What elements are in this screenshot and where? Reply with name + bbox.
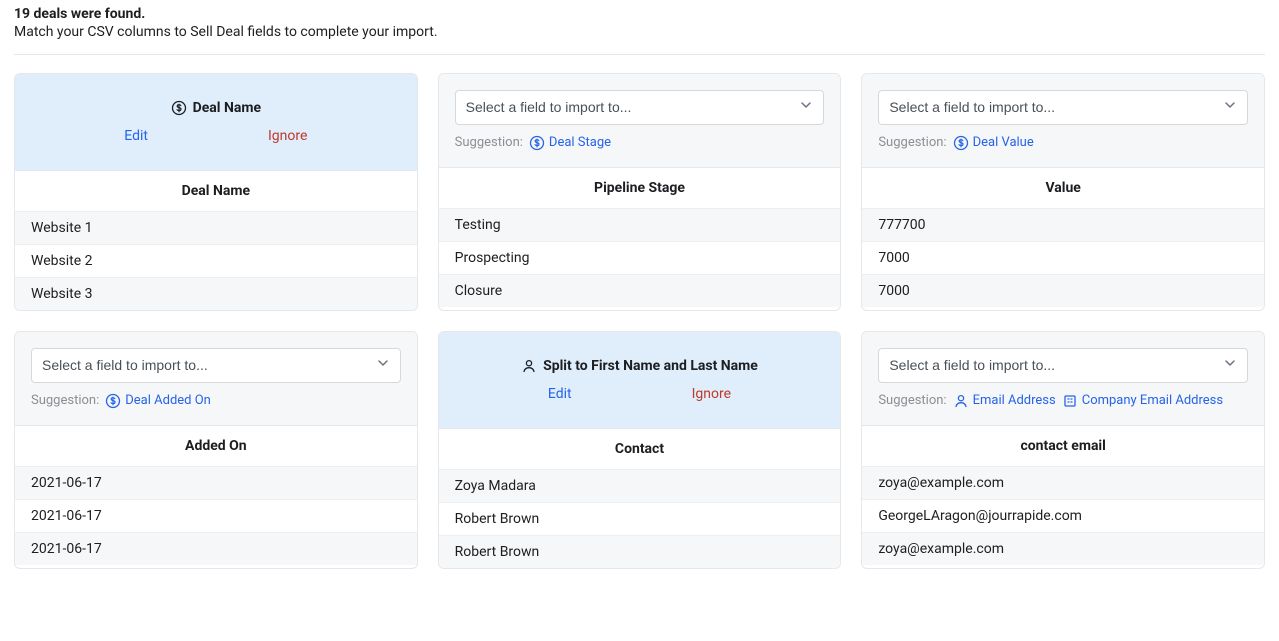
sample-row: 777700: [862, 208, 1264, 241]
suggestion-label-text: Deal Added On: [125, 393, 211, 408]
suggestion-chip[interactable]: Deal Stage: [529, 135, 611, 151]
sample-rows: 777700 7000 7000: [862, 208, 1264, 307]
card-head-mapped: Split to First Name and Last Name Edit I…: [439, 332, 841, 428]
sample-row: Zoya Madara: [439, 469, 841, 502]
sample-row: zoya@example.com: [862, 532, 1264, 565]
sample-row: Website 1: [15, 211, 417, 244]
card-head-mapped: Deal Name Edit Ignore: [15, 74, 417, 170]
sample-row: Robert Brown: [439, 502, 841, 535]
sample-row: Website 2: [15, 244, 417, 277]
sample-row: Testing: [439, 208, 841, 241]
page-subtitle: Match your CSV columns to Sell Deal fiel…: [14, 24, 1265, 54]
column-header: Deal Name: [15, 170, 417, 211]
field-select-wrap: Select a field to import to...: [31, 348, 401, 383]
mapped-actions: Edit Ignore: [31, 128, 401, 144]
sample-row: 2021-06-17: [15, 532, 417, 565]
card-head-unmapped: Select a field to import to... Suggestio…: [862, 332, 1264, 425]
sample-row: 2021-06-17: [15, 499, 417, 532]
sample-row: 7000: [862, 241, 1264, 274]
suggestion-row: Suggestion: Deal Value: [878, 135, 1248, 151]
suggestion-chip[interactable]: Company Email Address: [1062, 393, 1223, 409]
ignore-link[interactable]: Ignore: [268, 128, 307, 144]
field-select-placeholder: Select a field to import to...: [42, 357, 208, 373]
sample-row: zoya@example.com: [862, 466, 1264, 499]
field-select-wrap: Select a field to import to...: [878, 90, 1248, 125]
field-select-wrap: Select a field to import to...: [455, 90, 825, 125]
sample-rows: Testing Prospecting Closure: [439, 208, 841, 307]
ignore-link[interactable]: Ignore: [692, 386, 731, 402]
suggestion-chip[interactable]: Email Address: [953, 393, 1056, 409]
mapped-field-title: Split to First Name and Last Name: [521, 358, 758, 374]
dollar-icon: [953, 135, 969, 151]
sample-rows: Website 1 Website 2 Website 3: [15, 211, 417, 310]
column-header: Value: [862, 167, 1264, 208]
mapping-grid: Deal Name Edit Ignore Deal Name Website …: [14, 73, 1265, 569]
field-select[interactable]: Select a field to import to...: [455, 90, 825, 125]
sample-row: 7000: [862, 274, 1264, 307]
suggestion-prefix: Suggestion:: [455, 135, 523, 150]
suggestion-row: Suggestion: Deal Stage: [455, 135, 825, 151]
person-icon: [953, 393, 969, 409]
mapped-actions: Edit Ignore: [455, 386, 825, 402]
field-select[interactable]: Select a field to import to...: [878, 90, 1248, 125]
sample-rows: Zoya Madara Robert Brown Robert Brown: [439, 469, 841, 568]
mapped-field-title: Deal Name: [171, 100, 261, 116]
suggestion-label-text: Email Address: [973, 393, 1056, 408]
suggestion-label-text: Deal Value: [973, 135, 1034, 150]
sample-rows: 2021-06-17 2021-06-17 2021-06-17: [15, 466, 417, 565]
column-header: Added On: [15, 425, 417, 466]
card-head-unmapped: Select a field to import to... Suggestio…: [439, 74, 841, 167]
sample-row: Website 3: [15, 277, 417, 310]
card-head-unmapped: Select a field to import to... Suggestio…: [862, 74, 1264, 167]
card-head-unmapped: Select a field to import to... Suggestio…: [15, 332, 417, 425]
sample-row: 2021-06-17: [15, 466, 417, 499]
mapping-card: Select a field to import to... Suggestio…: [438, 73, 842, 311]
suggestion-chip[interactable]: Deal Added On: [105, 393, 211, 409]
suggestion-chip[interactable]: Deal Value: [953, 135, 1034, 151]
suggestion-row: Suggestion: Email Address Company Email …: [878, 393, 1248, 409]
suggestion-prefix: Suggestion:: [31, 393, 99, 408]
dollar-icon: [171, 100, 187, 116]
field-select[interactable]: Select a field to import to...: [878, 348, 1248, 383]
field-select[interactable]: Select a field to import to...: [31, 348, 401, 383]
mapped-field-label: Deal Name: [193, 100, 261, 116]
edit-link[interactable]: Edit: [124, 128, 148, 144]
suggestion-label-text: Deal Stage: [549, 135, 611, 150]
suggestion-prefix: Suggestion:: [878, 135, 946, 150]
suggestion-row: Suggestion: Deal Added On: [31, 393, 401, 409]
mapping-card: Select a field to import to... Suggestio…: [861, 331, 1265, 569]
divider: [14, 54, 1265, 55]
page-title: 19 deals were found.: [14, 6, 1265, 22]
field-select-placeholder: Select a field to import to...: [889, 357, 1055, 373]
sample-row: Closure: [439, 274, 841, 307]
person-icon: [521, 358, 537, 374]
sample-row: GeorgeLAragon@jourrapide.com: [862, 499, 1264, 532]
company-icon: [1062, 393, 1078, 409]
edit-link[interactable]: Edit: [548, 386, 572, 402]
dollar-icon: [105, 393, 121, 409]
field-select-placeholder: Select a field to import to...: [466, 99, 632, 115]
sample-rows: zoya@example.com GeorgeLAragon@jourrapid…: [862, 466, 1264, 565]
suggestion-prefix: Suggestion:: [878, 393, 946, 408]
column-header: Contact: [439, 428, 841, 469]
sample-row: Prospecting: [439, 241, 841, 274]
field-select-placeholder: Select a field to import to...: [889, 99, 1055, 115]
mapping-card: Split to First Name and Last Name Edit I…: [438, 331, 842, 569]
column-header: contact email: [862, 425, 1264, 466]
dollar-icon: [529, 135, 545, 151]
sample-row: Robert Brown: [439, 535, 841, 568]
mapping-card: Select a field to import to... Suggestio…: [861, 73, 1265, 311]
field-select-wrap: Select a field to import to...: [878, 348, 1248, 383]
mapping-card: Deal Name Edit Ignore Deal Name Website …: [14, 73, 418, 311]
column-header: Pipeline Stage: [439, 167, 841, 208]
mapped-field-label: Split to First Name and Last Name: [543, 358, 758, 374]
mapping-card: Select a field to import to... Suggestio…: [14, 331, 418, 569]
suggestion-label-text: Company Email Address: [1082, 393, 1223, 408]
